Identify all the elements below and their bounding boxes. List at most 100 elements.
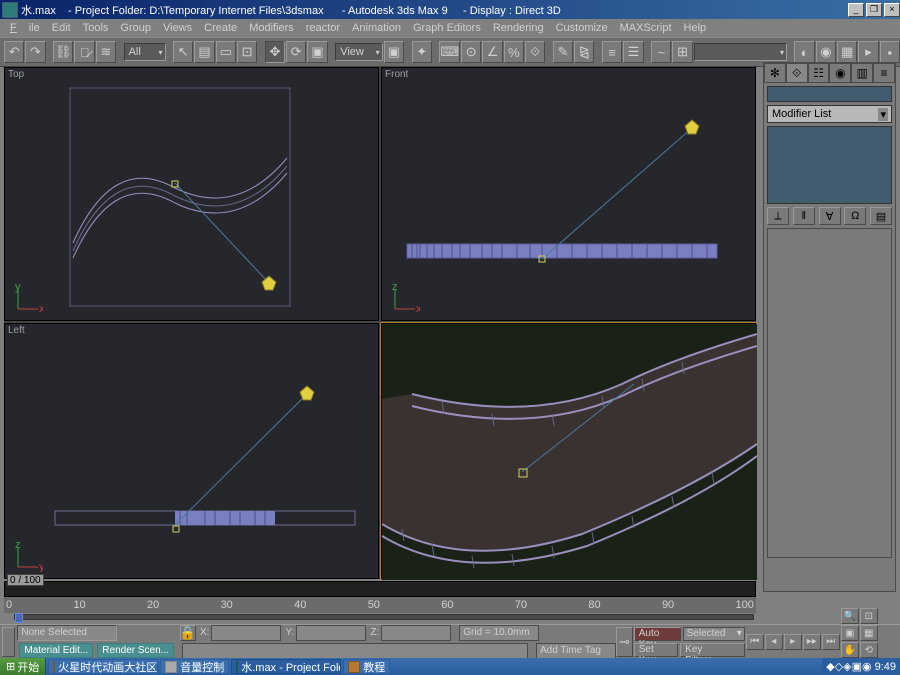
selection-lock-button[interactable]: 🔒 [180,625,196,641]
set-key-big-button[interactable]: ⊸ [616,627,633,657]
zoom-button[interactable]: 🔍 [841,608,859,624]
system-tray[interactable]: ◆◇◈▣◉ 9:49 [822,658,900,675]
select-object-button[interactable]: ↖ [173,41,193,63]
quick-render-button[interactable]: ▸ [858,41,878,63]
y-coord-input[interactable] [296,625,366,641]
make-unique-button[interactable]: ∀ [819,207,841,225]
menu-graph-editors[interactable]: Graph Editors [407,22,487,34]
menu-views[interactable]: Views [157,22,198,34]
menu-tools[interactable]: Tools [77,22,115,34]
tab-modify[interactable]: ⟐ [786,63,808,83]
configure-sets-button[interactable]: ▤ [870,207,892,225]
restore-button[interactable]: ❐ [866,3,882,17]
key-filters-button[interactable]: Key Filters... [680,643,745,657]
mirror-button[interactable]: ⧎ [574,41,594,63]
menu-create[interactable]: Create [198,22,243,34]
snap-toggle-button[interactable]: ⊙ [461,41,481,63]
manipulate-button[interactable]: ✦ [412,41,432,63]
modifier-stack[interactable] [767,126,892,204]
viewport-front[interactable]: Front xz [381,67,756,321]
viewport-top[interactable]: Top xy [4,67,379,321]
object-name-input[interactable] [768,87,900,101]
menu-maxscript[interactable]: MAXScript [614,22,678,34]
task-item-1[interactable]: 火星时代动画大社区 - ... [48,659,158,674]
prev-frame-button[interactable]: ◂ [765,634,783,650]
z-coord-input[interactable] [381,625,451,641]
tab-create[interactable]: ✻ [764,63,786,83]
zoom-all-button[interactable]: ⊡ [860,608,878,624]
task-item-2[interactable]: 音量控制 [160,659,229,674]
align-button[interactable]: ≡ [602,41,622,63]
minimized-render-scene[interactable]: Render Scen... [97,643,174,658]
menu-rendering[interactable]: Rendering [487,22,550,34]
named-selection-dropdown[interactable] [694,43,787,61]
minimized-material-editor[interactable]: Material Edit... [19,643,93,658]
bind-spacewarp-button[interactable]: ≋ [96,41,116,63]
keyboard-shortcut-button[interactable]: ⌨ [439,41,460,63]
tab-display[interactable]: ▥ [851,63,873,83]
spinner-snap-button[interactable]: ⟐ [525,41,545,63]
time-slider[interactable]: 0 / 100 [4,581,756,597]
minimize-button[interactable]: _ [848,3,864,17]
percent-snap-button[interactable]: % [504,41,524,63]
tab-hierarchy[interactable]: ☷ [808,63,830,83]
tab-motion[interactable]: ◉ [829,63,851,83]
window-crossing-button[interactable]: ⊡ [237,41,257,63]
redo-button[interactable]: ↷ [25,41,45,63]
viewport-camera[interactable]: Camera01 [381,323,756,579]
render-type-button[interactable]: ▦ [837,41,857,63]
object-name-field[interactable] [767,86,892,102]
goto-start-button[interactable]: ⏮ [746,634,764,650]
scale-button[interactable]: ▣ [307,41,327,63]
rollout-area[interactable] [767,228,892,558]
move-button[interactable]: ✥ [265,41,285,63]
render-last-button[interactable]: ▪ [880,41,900,63]
selection-filter-dropdown[interactable]: All [124,43,166,61]
zoom-extents-all-button[interactable]: ▦ [860,625,878,641]
menu-modifiers[interactable]: Modifiers [243,22,300,34]
start-button[interactable]: ⊞ 开始 [0,658,46,675]
tab-utilities[interactable]: ≡ [873,63,895,83]
menu-reactor[interactable]: reactor [300,22,346,34]
play-button[interactable]: ▸ [784,634,802,650]
select-region-button[interactable]: ▭ [216,41,236,63]
viewport-left[interactable]: Left yz [4,323,379,579]
key-filter-selected[interactable]: Selected [683,627,745,641]
track-bar-key[interactable] [15,613,23,623]
rotate-button[interactable]: ⟳ [286,41,306,63]
schematic-button[interactable]: ⊞ [672,41,692,63]
tray-icons[interactable]: ◆◇◈▣◉ [826,660,871,673]
unlink-button[interactable]: ⛓̷ [74,41,94,63]
curve-editor-button[interactable]: ~ [651,41,671,63]
maxscript-mini-listener[interactable] [2,627,15,657]
render-scene-button[interactable]: ◉ [816,41,836,63]
menu-edit[interactable]: Edit [46,22,77,34]
link-button[interactable]: ⛓ [53,41,73,63]
zoom-extents-button[interactable]: ▣ [841,625,859,641]
material-editor-button[interactable]: ◐ [794,41,814,63]
close-button[interactable]: × [884,3,900,17]
arc-rotate-button[interactable]: ⟲ [860,642,878,658]
next-frame-button[interactable]: ▸▸ [803,634,821,650]
ref-coord-dropdown[interactable]: View [335,43,382,61]
menu-group[interactable]: Group [114,22,157,34]
undo-button[interactable]: ↶ [4,41,24,63]
pivot-center-button[interactable]: ▣ [384,41,404,63]
layers-button[interactable]: ☰ [623,41,643,63]
show-end-result-button[interactable]: ‖ [793,207,815,225]
named-selection-button[interactable]: ✎ [553,41,573,63]
menu-animation[interactable]: Animation [346,22,407,34]
time-tag-button[interactable]: Add Time Tag [536,643,616,659]
modifier-list-dropdown[interactable]: Modifier List [767,105,892,123]
select-by-name-button[interactable]: ▤ [194,41,214,63]
pin-stack-button[interactable]: ⟂ [767,207,789,225]
x-coord-input[interactable] [211,625,281,641]
pan-button[interactable]: ✋ [841,642,859,658]
task-item-4[interactable]: 教程 [343,659,390,674]
task-item-3[interactable]: 水.max - Project Fold... [231,659,341,674]
autokey-button[interactable]: Auto Key [634,627,681,641]
menu-help[interactable]: Help [678,22,713,34]
remove-modifier-button[interactable]: Ω [844,207,866,225]
menu-customize[interactable]: Customize [550,22,614,34]
setkey-button[interactable]: Set Key [634,643,678,657]
